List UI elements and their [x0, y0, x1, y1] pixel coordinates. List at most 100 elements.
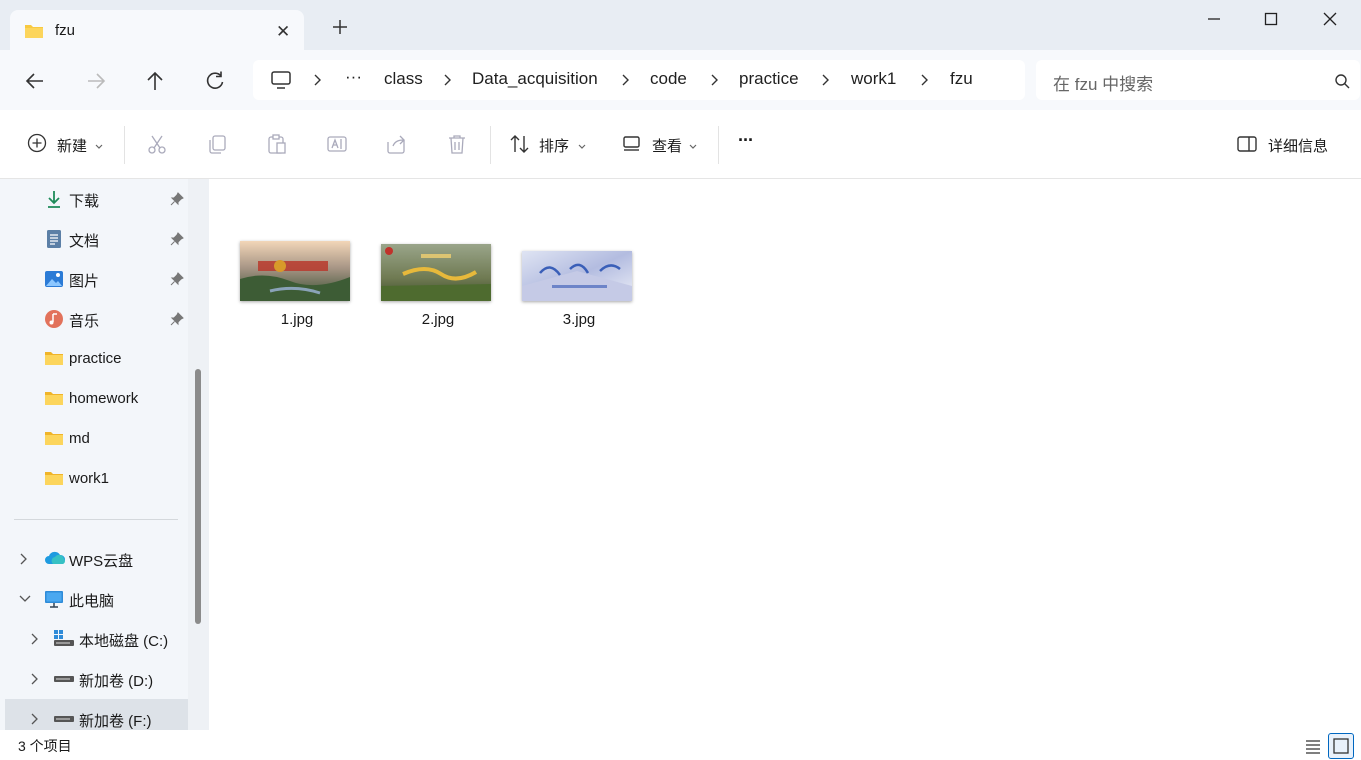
status-bar: 3 个项目	[0, 730, 1361, 760]
view-label[interactable]: 查看	[652, 135, 682, 156]
sidebar-item-md[interactable]: md	[0, 419, 188, 459]
breadcrumb-fzu[interactable]: fzu	[950, 69, 973, 89]
image-thumbnail	[240, 241, 350, 301]
minimize-button[interactable]	[1199, 10, 1229, 28]
plus-circle-icon	[27, 133, 47, 153]
tab-fzu[interactable]: fzu ✕	[10, 10, 304, 51]
folder-icon	[44, 349, 64, 369]
breadcrumb-overflow[interactable]: ···	[345, 67, 362, 87]
maximize-button[interactable]	[1256, 10, 1286, 28]
sidebar-item-pictures[interactable]: 图片	[0, 259, 188, 299]
trash-icon	[449, 135, 465, 154]
details-view-button[interactable]	[1303, 736, 1323, 756]
pin-icon[interactable]	[170, 232, 184, 249]
delete-button[interactable]	[446, 133, 468, 158]
details-button[interactable]: 详细信息	[1268, 135, 1328, 156]
close-window-button[interactable]	[1315, 10, 1345, 28]
share-button[interactable]	[386, 133, 408, 158]
more-options-button[interactable]: ···	[738, 130, 754, 151]
pin-icon[interactable]	[170, 312, 184, 329]
chevron-right-icon[interactable]	[18, 552, 28, 569]
sidebar-item-practice[interactable]: practice	[0, 339, 188, 379]
sort-button[interactable]	[509, 133, 531, 158]
sidebar-item-music[interactable]: 音乐	[0, 299, 188, 339]
sidebar-item-label: md	[69, 430, 90, 447]
sort-icon	[510, 135, 529, 153]
paste-icon	[268, 134, 286, 154]
sidebar-item-work1[interactable]: work1	[0, 459, 188, 499]
sidebar-item-documents[interactable]: 文档	[0, 219, 188, 259]
list-view-icon	[1306, 740, 1320, 754]
paste-button[interactable]	[266, 133, 288, 158]
pin-icon[interactable]	[170, 272, 184, 289]
breadcrumb-practice[interactable]: practice	[739, 69, 799, 89]
chevron-right-icon[interactable]	[29, 712, 39, 729]
up-button[interactable]	[144, 70, 166, 92]
new-button[interactable]	[27, 133, 47, 156]
chevron-right-icon	[921, 74, 928, 86]
large-icons-view-button[interactable]	[1328, 733, 1354, 759]
breadcrumb-code[interactable]: code	[650, 69, 687, 89]
chevron-right-icon	[314, 74, 321, 86]
chevron-down-icon	[94, 138, 104, 154]
address-bar[interactable]: ··· class Data_acquisition code practice…	[253, 60, 1025, 100]
forward-button[interactable]	[85, 70, 107, 92]
chevron-down-icon	[577, 138, 587, 154]
sort-label[interactable]: 排序	[539, 135, 569, 156]
chevron-down-icon[interactable]	[18, 592, 32, 608]
breadcrumb-work1[interactable]: work1	[851, 69, 896, 89]
new-tab-button[interactable]	[331, 18, 349, 39]
monitor-icon	[270, 70, 292, 93]
image-thumbnail	[522, 251, 632, 301]
breadcrumb-data-acquisition[interactable]: Data_acquisition	[472, 69, 598, 89]
navigation-pane: 下载 文档 图片 音乐 practice homework md work1 W…	[0, 179, 209, 730]
folder-icon	[24, 23, 44, 42]
drive-icon	[53, 709, 74, 729]
search-box[interactable]: 在 fzu 中搜索	[1036, 60, 1360, 100]
cut-button[interactable]	[146, 133, 168, 158]
breadcrumb-class[interactable]: class	[384, 69, 423, 89]
sidebar-item-wps-cloud[interactable]: WPS云盘	[0, 539, 188, 579]
folder-icon	[44, 469, 64, 489]
rename-button[interactable]	[326, 133, 348, 158]
sidebar-item-label: homework	[69, 390, 139, 407]
maximize-icon	[1264, 12, 1278, 26]
plus-icon	[333, 20, 347, 34]
pin-icon[interactable]	[170, 192, 184, 209]
item-count: 3 个项目	[18, 738, 72, 754]
sidebar-item-label: 图片	[69, 273, 100, 290]
file-name: 3.jpg	[562, 311, 596, 328]
sidebar-item-drive-f[interactable]: 新加卷 (F:)	[5, 699, 188, 730]
view-button[interactable]	[622, 133, 642, 156]
chevron-right-icon	[711, 74, 718, 86]
sidebar-scrollbar-thumb[interactable]	[195, 369, 201, 624]
minimize-icon	[1208, 18, 1220, 20]
chevron-right-icon[interactable]	[29, 672, 39, 689]
computer-icon	[44, 589, 64, 609]
copy-button[interactable]	[206, 133, 228, 158]
back-button[interactable]	[24, 70, 46, 92]
new-label[interactable]: 新建	[57, 135, 87, 156]
music-icon	[44, 309, 64, 329]
refresh-button[interactable]	[204, 70, 226, 92]
tab-close-button[interactable]: ✕	[276, 22, 290, 42]
sidebar-item-drive-c[interactable]: 本地磁盘 (C:)	[0, 619, 188, 659]
sidebar-item-label: WPS云盘	[69, 553, 134, 570]
rename-icon	[327, 136, 347, 152]
refresh-icon	[206, 71, 224, 89]
sidebar-item-label: practice	[69, 350, 122, 367]
sidebar-item-drive-d[interactable]: 新加卷 (D:)	[0, 659, 188, 699]
sidebar-item-label: 新加卷 (F:)	[79, 713, 152, 730]
search-input[interactable]: 在 fzu 中搜索	[1053, 70, 1153, 95]
sidebar-item-downloads[interactable]: 下载	[0, 179, 188, 219]
divider	[490, 126, 491, 164]
chevron-right-icon[interactable]	[29, 632, 39, 649]
view-icon	[623, 136, 640, 151]
arrow-left-icon	[25, 73, 43, 89]
arrow-right-icon	[88, 73, 106, 89]
sidebar-item-homework[interactable]: homework	[0, 379, 188, 419]
sidebar-item-label: 文档	[69, 233, 100, 250]
sidebar-item-this-pc[interactable]: 此电脑	[0, 579, 188, 619]
file-name: 2.jpg	[421, 311, 455, 328]
sidebar-item-label: 下载	[69, 193, 100, 210]
